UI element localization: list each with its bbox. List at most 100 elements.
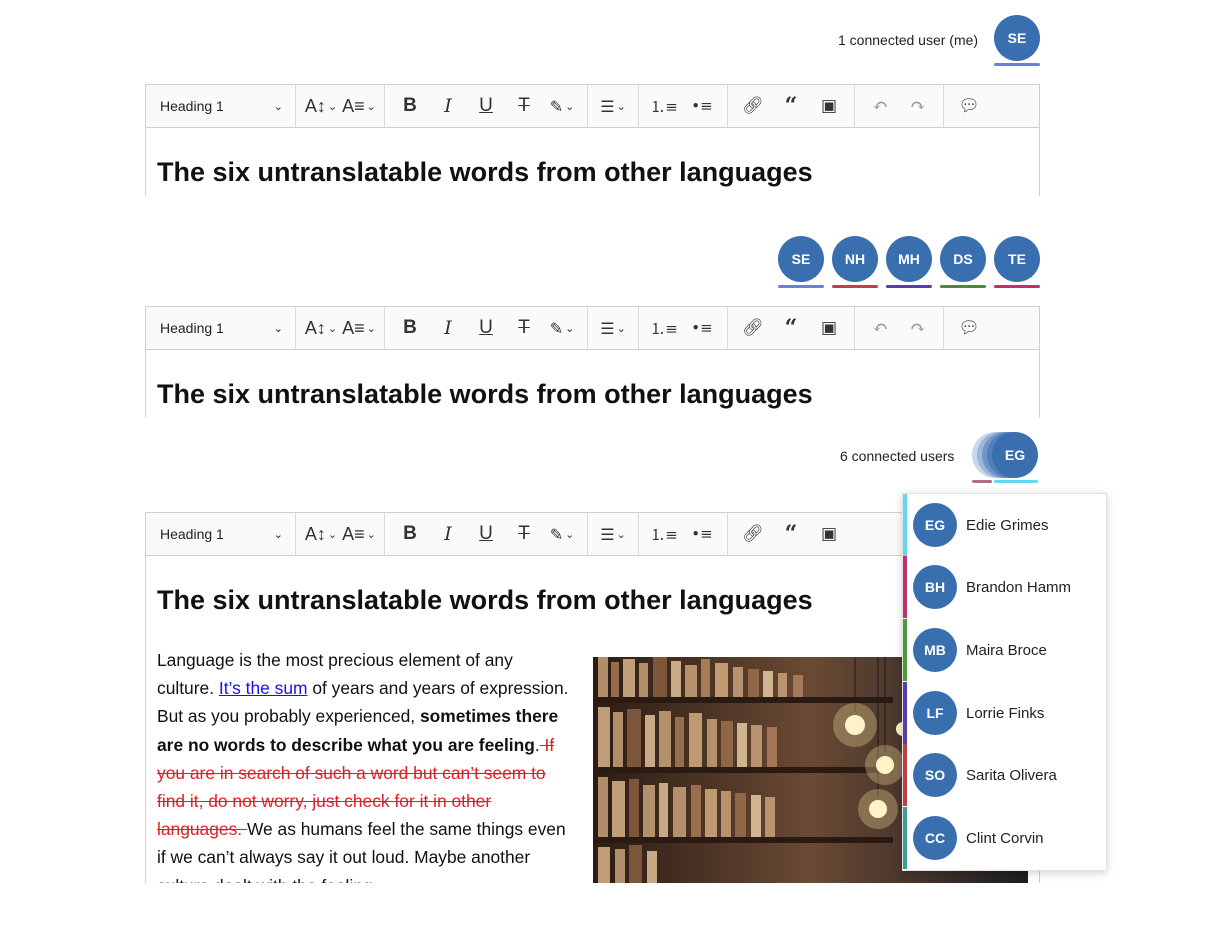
comment-icon[interactable]: 💬︎ [950,90,988,122]
doc-heading: The six untranslatable words from other … [157,379,813,409]
doc-heading: The six untranslatable words from other … [157,585,813,615]
redo-icon[interactable]: ↷ [899,312,937,344]
italic-icon[interactable]: I [429,312,467,344]
font-size-icon[interactable]: A↕ ⌄ [302,518,340,550]
heading-dropdown[interactable]: Heading 1 ⌄ [146,513,296,555]
numbered-list-icon[interactable]: ⒈≡ [645,312,683,344]
avatar: SO [913,753,957,797]
avatar-se[interactable]: SE [778,236,824,282]
user-list-item[interactable]: BH Brandon Hamm [903,556,1108,618]
strikethrough-icon[interactable]: T [505,312,543,344]
align-icon[interactable]: ☰ ⌄ [594,90,632,122]
highlight-icon[interactable]: ✎ ⌄ [543,518,581,550]
user-list-item[interactable]: LF Lorrie Finks [903,682,1108,744]
align-icon[interactable]: ☰ ⌄ [594,518,632,550]
quote-icon[interactable]: “ [772,518,810,550]
user-list-item[interactable]: MB Maira Broce [903,619,1108,681]
avatar: BH [913,565,957,609]
user-list-item[interactable]: CC Clint Corvin [903,807,1108,869]
avatar-ds[interactable]: DS [940,236,986,282]
avatar-nh[interactable]: NH [832,236,878,282]
avatar-eg: EG [992,432,1038,478]
avatar-mh[interactable]: MH [886,236,932,282]
bold-icon[interactable]: B [391,518,429,550]
user-name: Lorrie Finks [966,704,1045,722]
undo-icon[interactable]: ↶ [861,312,899,344]
user-list-item[interactable]: EG Edie Grimes [903,494,1108,556]
font-family-icon[interactable]: A≡ ⌄ [340,90,378,122]
font-size-icon[interactable]: A↕ ⌄ [302,312,340,344]
user-name: Clint Corvin [966,829,1044,847]
avatar: EG [913,503,957,547]
user-color-stripe [903,682,907,744]
strikethrough-icon[interactable]: T [505,518,543,550]
italic-icon[interactable]: I [429,518,467,550]
heading-dropdown-label: Heading 1 [160,98,224,114]
bold-icon[interactable]: B [391,90,429,122]
user-name: Brandon Hamm [966,578,1072,596]
doc-heading: The six untranslatable words from other … [157,157,813,187]
link-icon[interactable]: 🔗︎ [734,312,772,344]
editor-toolbar: Heading 1 ⌄ A↕ ⌄ A≡ ⌄ B I U T ✎ ⌄ ☰ ⌄ ⒈≡ •≡ … [145,306,1040,350]
user-color-stripe [903,619,907,681]
user-name: Maira Broce [966,641,1047,659]
doc-paragraph: Language is the most precious element of… [157,650,569,896]
avatar-indicator [832,285,878,288]
bulleted-list-icon[interactable]: •≡ [683,90,721,122]
heading-dropdown-label: Heading 1 [160,320,224,336]
user-color-stripe [903,556,907,618]
connected-users-label: 6 connected users [840,448,955,464]
numbered-list-icon[interactable]: ⒈≡ [645,518,683,550]
quote-icon[interactable]: “ [772,90,810,122]
avatar-indicator [778,285,824,288]
link-icon[interactable]: 🔗︎ [734,90,772,122]
undo-icon[interactable]: ↶ [861,90,899,122]
italic-icon[interactable]: I [429,90,467,122]
image-icon[interactable]: ▣ [810,312,848,344]
comment-icon[interactable]: 💬︎ [950,312,988,344]
underline-icon[interactable]: U [467,312,505,344]
image-icon[interactable]: ▣ [810,518,848,550]
avatar-indicator [994,285,1040,288]
doc-link[interactable]: It’s the sum [219,678,308,698]
underline-icon[interactable]: U [467,518,505,550]
user-color-stripe [903,807,907,869]
heading-dropdown[interactable]: Heading 1 ⌄ [146,307,296,349]
avatar: CC [913,816,957,860]
font-family-icon[interactable]: A≡ ⌄ [340,518,378,550]
user-list-item[interactable]: SO Sarita Olivera [903,744,1108,806]
bulleted-list-icon[interactable]: •≡ [683,312,721,344]
avatar-te[interactable]: TE [994,236,1040,282]
font-family-icon[interactable]: A≡ ⌄ [340,312,378,344]
chevron-down-icon: ⌄ [273,527,283,541]
quote-icon[interactable]: “ [772,312,810,344]
bulleted-list-icon[interactable]: •≡ [683,518,721,550]
connected-users-label: 1 connected user (me) [838,32,979,48]
user-color-stripe [903,744,907,806]
editor-clip-mask [145,883,1040,951]
underline-icon[interactable]: U [467,90,505,122]
highlight-icon[interactable]: ✎ ⌄ [543,90,581,122]
highlight-icon[interactable]: ✎ ⌄ [543,312,581,344]
avatar-se[interactable]: SE [994,15,1040,61]
numbered-list-icon[interactable]: ⒈≡ [645,90,683,122]
font-size-icon[interactable]: A↕ ⌄ [302,90,340,122]
strikethrough-icon[interactable]: T [505,90,543,122]
avatar-indicator [940,285,986,288]
chevron-down-icon: ⌄ [273,99,283,113]
heading-dropdown[interactable]: Heading 1 ⌄ [146,85,296,127]
user-name: Edie Grimes [966,516,1049,534]
chevron-down-icon: ⌄ [273,321,283,335]
link-icon[interactable]: 🔗︎ [734,518,772,550]
bold-icon[interactable]: B [391,312,429,344]
user-name: Sarita Olivera [966,766,1057,784]
avatar-indicator [886,285,932,288]
avatar-indicator [994,63,1040,66]
align-icon[interactable]: ☰ ⌄ [594,312,632,344]
heading-dropdown-label: Heading 1 [160,526,224,542]
redo-icon[interactable]: ↷ [899,90,937,122]
connected-users-dropdown: EG Edie Grimes BH Brandon Hamm MB Maira … [902,493,1107,871]
avatar: LF [913,691,957,735]
image-icon[interactable]: ▣ [810,90,848,122]
avatar-indicator [994,480,1038,483]
